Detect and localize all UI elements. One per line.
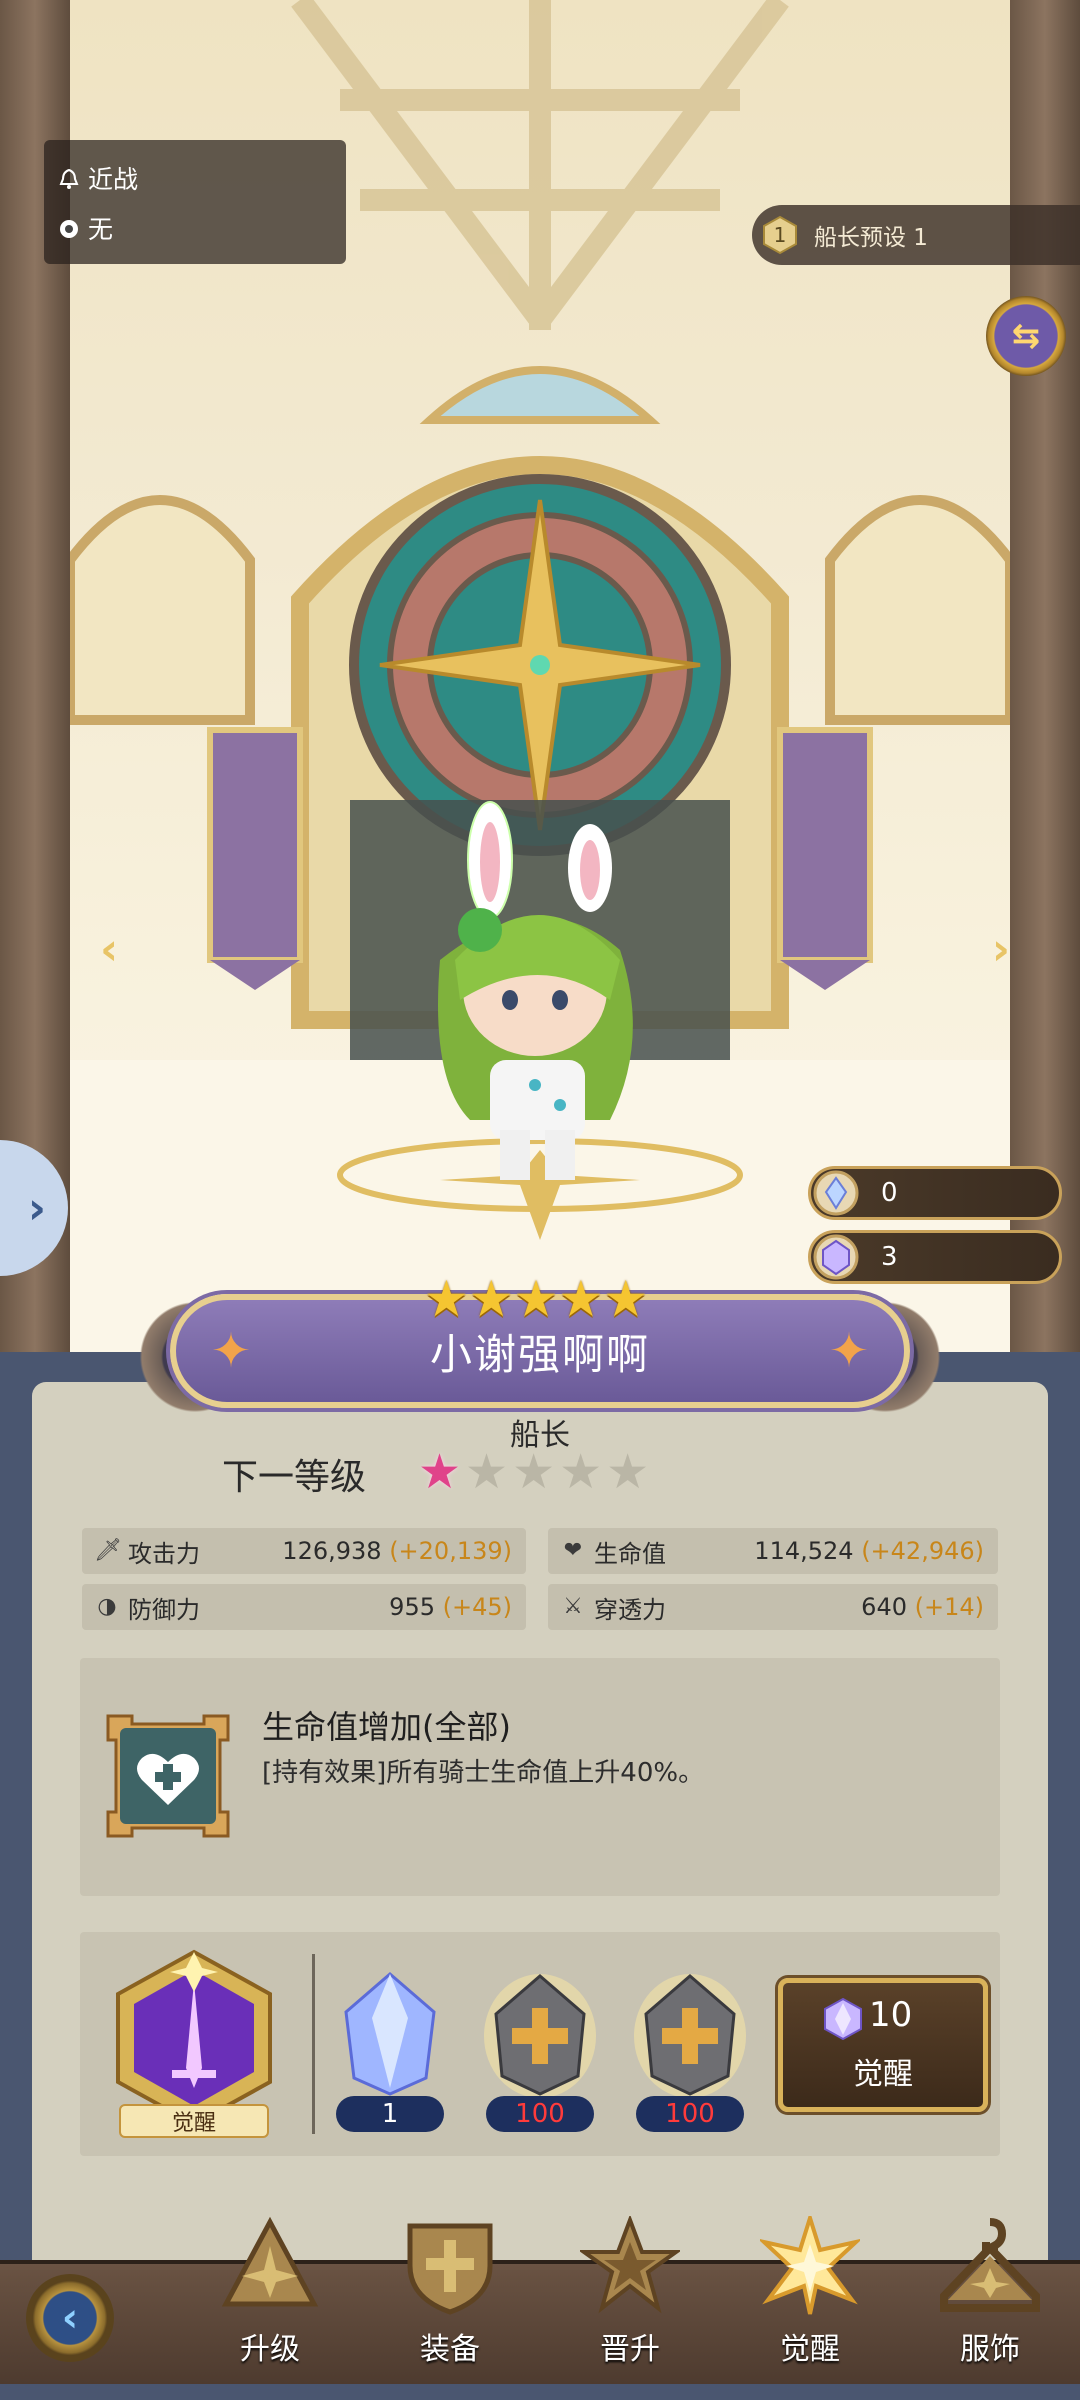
awaken-cost: 10 [869,1995,913,2035]
right-pillar [1010,0,1080,1360]
star-empty-icon: ★ [559,1444,603,1500]
holding-effect-card: 生命值增加(全部) [持有效果]所有骑士生命值上升40%。 [80,1658,1000,1896]
stat-value: 114,524 (+42,946) [754,1537,984,1565]
stat-penetration: ⚔ 穿透力 640 (+14) [548,1584,998,1630]
stat-value: 126,938 (+20,139) [282,1537,512,1565]
element-row: 无 [58,210,113,246]
shield-icon: ◑ [97,1594,117,1619]
currency-crystal-small: 0 [808,1166,1062,1220]
heart-icon: ❤ [563,1538,583,1563]
nav-label: 晋升 [600,2332,660,2367]
nav-label: 装备 [420,2332,480,2367]
currency-crystal-large: 3 [808,1230,1062,1284]
bottom-nav-bar [0,2260,1080,2384]
currency-value: 0 [881,1178,898,1208]
back-button[interactable]: ‹ [26,2274,114,2362]
star-icon: ★ [468,1270,514,1328]
stat-bonus: (+14) [914,1593,984,1621]
stat-label: 生命值 [594,1539,666,1568]
stat-value: 640 (+14) [861,1593,984,1621]
effect-description: [持有效果]所有骑士生命值上升40%。 [262,1758,705,1788]
swap-icon: ⇆ [1011,316,1041,356]
stat-label: 穿透力 [594,1595,666,1624]
materials-divider [312,1954,315,2134]
crystal-icon [344,1972,436,2096]
pierce-icon: ⚔ [563,1594,583,1619]
preset-selector[interactable]: 1 船长预设 1 [752,205,1080,265]
stat-bonus: (+42,946) [861,1537,984,1565]
character-info-box: 近战 无 [44,140,346,264]
material-stone-2[interactable]: 100 [630,1968,750,2138]
character-scene: 近战 无 1 船长预设 1 ⇆ ‹ › 0 3 [0,0,1080,1360]
nav-label: 服饰 [960,2332,1020,2367]
next-character-arrow[interactable]: › [950,928,1010,972]
nav-equipment[interactable]: 装备 [380,2206,520,2367]
character-star-rating: ★ ★ ★ ★ ★ [424,1272,648,1326]
attack-type-row: 近战 [58,160,138,196]
effect-title: 生命值增加(全部) [262,1708,511,1746]
material-crystal[interactable]: 1 [330,1968,450,2138]
star-icon: ★ [424,1270,469,1328]
compass-star-icon: ✦ [828,1323,870,1379]
prev-character-arrow[interactable]: ‹ [100,928,160,972]
crystal-large-icon [824,1997,862,2041]
element-label: 无 [88,215,114,244]
awaken-badge[interactable]: 觉醒 [92,1948,296,2148]
stat-defense: ◑ 防御力 955 (+45) [82,1584,526,1630]
back-arrow-icon: ‹ [61,2295,79,2341]
nav-awaken[interactable]: 觉醒 [740,2206,880,2367]
nav-costume[interactable]: 服饰 [920,2206,1060,2367]
star-icon: ★ [558,1270,604,1328]
awaken-icon [760,2216,860,2315]
attack-type-label: 近战 [88,165,139,194]
upgrade-icon [221,2216,319,2307]
bell-icon [58,167,80,189]
star-empty-icon: ★ [606,1444,650,1500]
stat-bonus: (+45) [442,1593,512,1621]
crystal-large-icon [813,1234,859,1280]
stat-hp: ❤ 生命值 114,524 (+42,946) [548,1528,998,1574]
preset-label: 船长预设 1 [814,225,928,251]
swap-character-button[interactable]: ⇆ [986,296,1066,376]
material-quantity: 1 [336,2096,444,2132]
stat-attack: 🗡 攻击力 126,938 (+20,139) [82,1528,526,1574]
costume-icon [940,2218,1040,2312]
crystal-small-icon [813,1170,859,1216]
material-quantity: 100 [486,2096,594,2132]
stat-label: 攻击力 [128,1539,200,1568]
material-quantity: 100 [636,2096,744,2132]
star-empty-icon: ★ [512,1444,556,1500]
star-icon: ★ [603,1270,649,1328]
material-stone-1[interactable]: 100 [480,1968,600,2138]
stat-value: 955 (+45) [389,1593,512,1621]
star-filled-icon: ★ [418,1444,462,1500]
awaken-button-label: 觉醒 [853,2057,913,2092]
plus-stone-icon [484,1974,596,2098]
preset-number-badge: 1 [760,215,800,255]
plus-stone-icon [634,1974,746,2098]
next-level-label: 下一等级 [222,1457,367,1498]
element-icon [58,217,80,239]
next-level-stars: ★ ★ ★ ★ ★ [418,1446,649,1498]
star-icon: ★ [513,1270,559,1328]
awaken-badge-label: 觉醒 [119,2104,269,2138]
nav-label: 觉醒 [780,2332,840,2367]
nav-label: 升级 [240,2332,300,2367]
currency-value: 3 [881,1242,898,1272]
awaken-button[interactable]: 10 觉醒 [778,1978,988,2112]
star-empty-icon: ★ [465,1444,509,1500]
promote-icon [580,2216,680,2314]
heart-plus-icon [106,1714,230,1838]
nav-promote[interactable]: 晋升 [560,2206,700,2367]
nav-upgrade[interactable]: 升级 [200,2206,340,2367]
equipment-icon [407,2223,493,2315]
stat-bonus: (+20,139) [389,1537,512,1565]
stat-label: 防御力 [128,1595,200,1624]
sword-icon: 🗡 [94,1538,122,1563]
